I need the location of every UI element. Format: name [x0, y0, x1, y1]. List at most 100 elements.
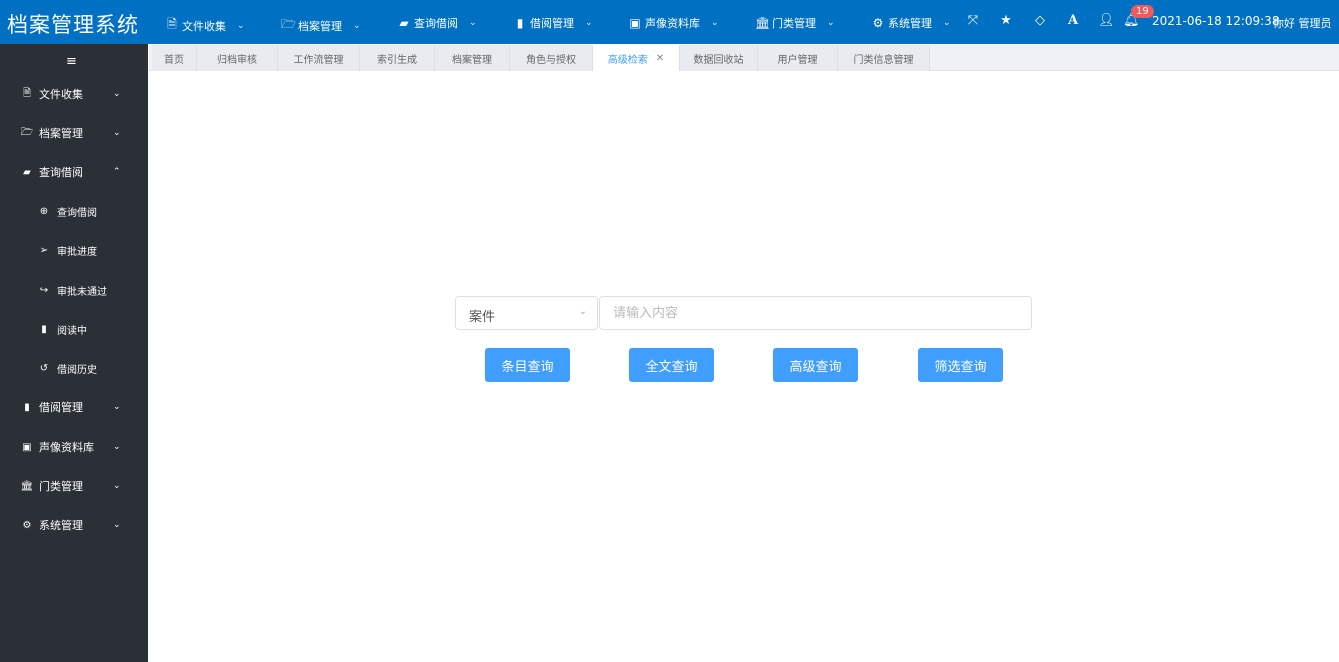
sidebar-item-label: 审批进度	[57, 246, 97, 258]
tab[interactable]: 归档审核	[197, 45, 278, 71]
top-nav-label: 借阅管理	[530, 17, 574, 30]
chevron-down-icon: ⌄	[113, 89, 121, 99]
top-nav-label: 门类管理	[772, 17, 816, 30]
chevron-down-icon: ⌄	[943, 18, 951, 28]
chevron-down-icon: ⌄	[113, 128, 121, 138]
tab-label: 归档审核	[217, 54, 257, 66]
folder-open-icon: 🗁	[20, 126, 34, 138]
chevron-down-icon: ⌄	[113, 520, 121, 530]
sidebar-item-label: 借阅历史	[57, 364, 97, 376]
user-icon[interactable]: 👤︎	[1098, 13, 1115, 28]
sidebar-item-label: 系统管理	[39, 519, 83, 532]
chevron-down-icon: ⌄	[113, 442, 121, 452]
tab-label: 首页	[164, 54, 184, 66]
chevron-up-icon: ⌃	[113, 167, 121, 177]
search-type-select[interactable]: 案件 ⌄	[455, 296, 598, 330]
share-icon: ↪	[39, 284, 49, 296]
menu-toggle-icon[interactable]: ≡	[66, 54, 77, 69]
book-icon: ▰	[399, 16, 409, 30]
cogs-icon: ⚙	[872, 16, 884, 30]
tab[interactable]: 角色与授权	[510, 45, 593, 71]
file-pdf-icon: 🗎	[167, 17, 177, 31]
cogs-icon: ⚙	[22, 519, 32, 531]
fullscreen-icon[interactable]: ⤧	[966, 13, 980, 28]
tab-label: 工作流管理	[293, 54, 344, 66]
tab[interactable]: 档案管理	[435, 45, 510, 71]
tab[interactable]: 索引生成	[360, 45, 435, 71]
sidebar-item-label: 声像资料库	[39, 441, 94, 454]
tab[interactable]: 用户管理	[758, 45, 838, 71]
media-file-icon: ▣	[629, 16, 641, 30]
sidebar-item[interactable]: ▣ 声像资料库 ⌄	[0, 437, 148, 457]
sidebar-item-label: 档案管理	[39, 127, 83, 140]
sidebar-item[interactable]: ➢ 审批进度	[0, 240, 148, 260]
sidebar-item-label: 借阅管理	[39, 401, 83, 414]
search-plus-icon: ⊕	[39, 205, 49, 217]
notification-badge: 19	[1131, 5, 1154, 18]
bookmark-icon: ▮	[516, 16, 524, 30]
tab-label: 高级检索	[607, 54, 648, 66]
bookmark-icon: ▮	[41, 323, 47, 335]
chevron-down-icon: ⌄	[827, 18, 835, 28]
top-nav-item[interactable]: ▰ 查询借阅 ⌄	[397, 15, 477, 31]
top-nav-item[interactable]: ▮ 借阅管理 ⌄	[513, 15, 593, 31]
sidebar-item-label: 阅读中	[57, 325, 87, 337]
search-input[interactable]	[599, 296, 1032, 330]
tab-label: 角色与授权	[526, 54, 576, 66]
top-nav-item[interactable]: ⚙ 系统管理 ⌄	[871, 15, 951, 31]
tab-bar: 首页 归档审核 工作流管理 索引生成 档案管理 角色与授权 高级检索 ✕ 数据回收站 用户管理 门类…	[149, 45, 1339, 71]
sidebar-item[interactable]: ↺ 借阅历史	[0, 358, 148, 378]
tab-label: 数据回收站	[693, 54, 744, 66]
sidebar-item[interactable]: ▰ 查询借阅 ⌃	[0, 162, 148, 182]
tab[interactable]: 首页	[152, 45, 197, 71]
bank-icon: 🏛	[755, 16, 771, 30]
sidebar: ≡ 🗎 文件收集 ⌄ 🗁 档案管理 ⌄ ▰ 查询借阅 ⌃ ⊕ 查询借阅 ➢ 审批进度 ↪ 审批未通过 ▮ 阅读中…	[0, 44, 148, 662]
chevron-down-icon: ⌄	[711, 18, 719, 28]
bookmark-icon: ▮	[24, 401, 30, 413]
query-button[interactable]: 筛选查询	[918, 348, 1003, 382]
tab[interactable]: 工作流管理	[278, 45, 360, 71]
top-nav-label: 档案管理	[298, 19, 342, 33]
chevron-down-icon: ⌄	[585, 18, 593, 28]
diamond-icon[interactable]: ◇	[1033, 13, 1047, 28]
sidebar-item-label: 门类管理	[39, 480, 83, 493]
sidebar-item[interactable]: ↪ 审批未通过	[0, 280, 148, 300]
query-button[interactable]: 全文查询	[629, 348, 714, 382]
top-nav-label: 系统管理	[888, 17, 932, 30]
sidebar-item[interactable]: ▮ 借阅管理 ⌄	[0, 397, 148, 417]
chevron-down-icon: ⌄	[578, 306, 587, 317]
query-button[interactable]: 条目查询	[485, 348, 570, 382]
tab[interactable]: 高级检索 ✕	[593, 45, 680, 71]
top-nav-item[interactable]: 🗎 文件收集 ⌄	[165, 15, 245, 36]
sidebar-item[interactable]: 🏛 门类管理 ⌄	[0, 476, 148, 496]
chevron-down-icon: ⌄	[469, 18, 477, 28]
app-title: 档案管理系统	[7, 13, 139, 37]
sidebar-item[interactable]: 🗁 档案管理 ⌄	[0, 123, 148, 143]
chevron-down-icon: ⌄	[237, 20, 245, 31]
query-button[interactable]: 高级查询	[773, 348, 858, 382]
top-nav-label: 声像资料库	[645, 17, 700, 30]
media-file-icon: ▣	[22, 441, 32, 453]
sidebar-item[interactable]: ⚙ 系统管理 ⌄	[0, 515, 148, 535]
tab-label: 门类信息管理	[853, 54, 914, 66]
top-nav-item[interactable]: ▣ 声像资料库 ⌄	[628, 15, 719, 31]
sidebar-item-label: 审批未通过	[57, 286, 107, 298]
tab[interactable]: 数据回收站	[680, 45, 758, 71]
close-icon[interactable]: ✕	[656, 53, 664, 64]
top-nav-item[interactable]: 🏛 门类管理 ⌄	[755, 15, 835, 31]
sidebar-item[interactable]: ⊕ 查询借阅	[0, 201, 148, 221]
sidebar-item[interactable]: 🗎 文件收集 ⌄	[0, 84, 148, 104]
top-nav-label: 文件收集	[182, 19, 226, 33]
top-nav-label: 查询借阅	[414, 17, 458, 30]
sidebar-item-label: 文件收集	[39, 88, 83, 101]
chevron-down-icon: ⌄	[113, 481, 121, 491]
top-nav-item[interactable]: 🗁 档案管理 ⌄	[281, 15, 361, 36]
tab[interactable]: 门类信息管理	[838, 45, 930, 71]
user-greeting[interactable]: 你好 管理员	[1273, 15, 1332, 31]
sidebar-item-label: 查询借阅	[39, 166, 83, 179]
star-icon[interactable]: ★	[999, 13, 1013, 28]
font-icon[interactable]: A	[1066, 13, 1080, 28]
history-icon: ↺	[39, 362, 49, 374]
book-icon: ▰	[23, 166, 31, 178]
sidebar-item[interactable]: ▮ 阅读中	[0, 319, 148, 339]
